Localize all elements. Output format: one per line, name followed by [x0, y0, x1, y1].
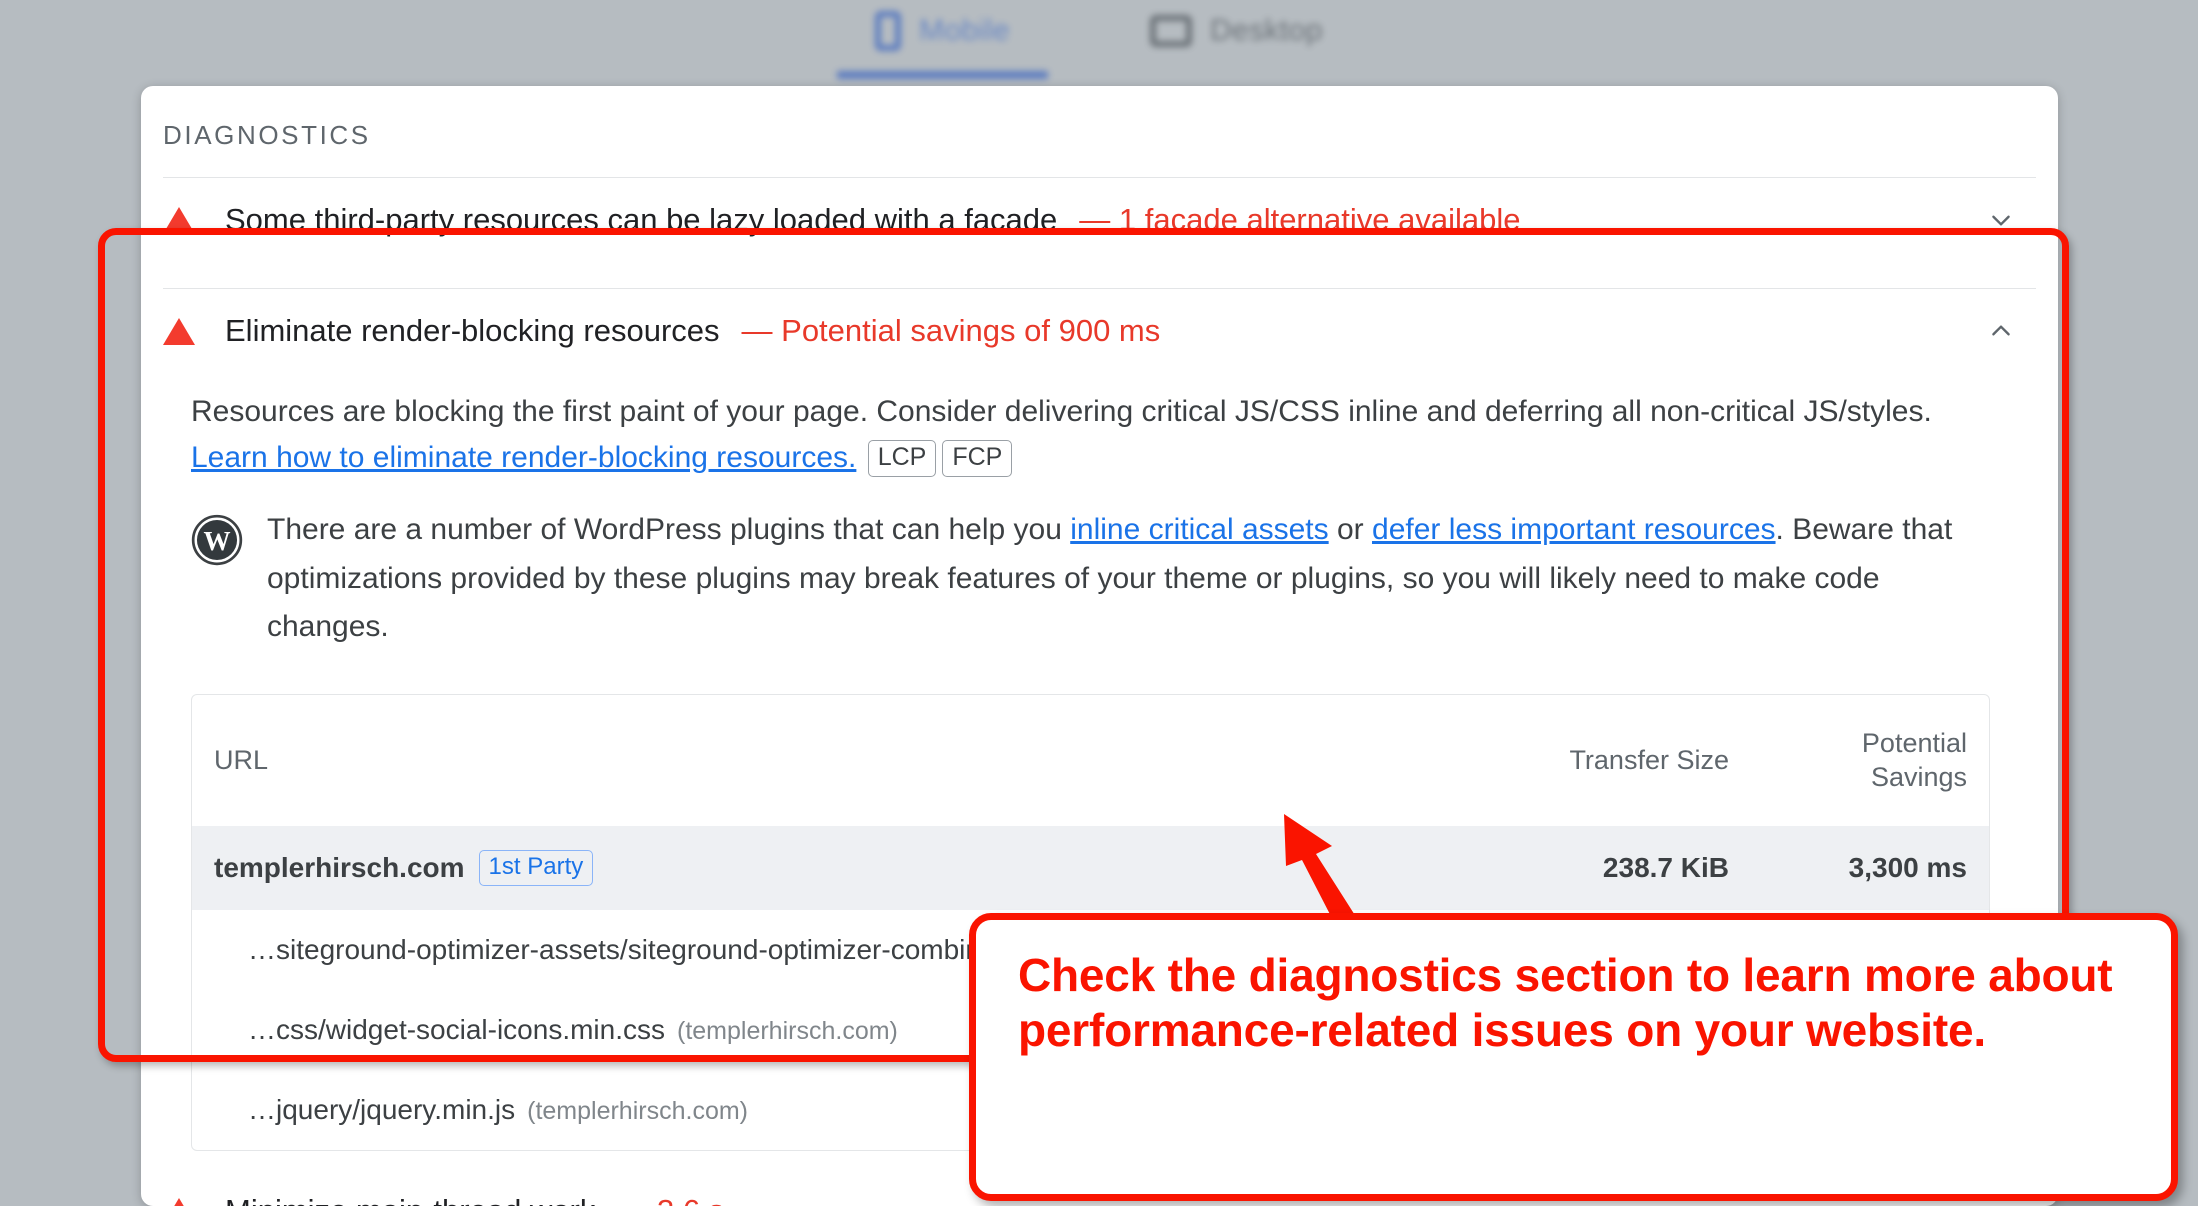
warning-triangle-icon [163, 1197, 195, 1206]
mobile-icon [875, 11, 902, 51]
defer-resources-link[interactable]: defer less important resources [1372, 513, 1776, 546]
row-transfer-size: 238.7 KiB [1602, 852, 1729, 884]
inline-critical-assets-link[interactable]: inline critical assets [1070, 513, 1328, 546]
tab-desktop-label: Desktop [1209, 14, 1323, 47]
wordpress-icon: W [191, 514, 243, 571]
ps-line2: Savings [1870, 761, 1967, 792]
chevron-down-icon[interactable] [1988, 207, 2014, 233]
row-host: (templerhirsch.com) [527, 1097, 748, 1126]
row-url: templerhirsch.com [214, 852, 465, 884]
metric-chip-fcp[interactable]: FCP [942, 439, 1013, 477]
tab-mobile[interactable]: Mobile [837, 11, 1048, 79]
table-header-row: URL Transfer Size Potential Savings [192, 695, 1989, 827]
wordpress-tip: W There are a number of WordPress plugin… [163, 484, 2018, 672]
description-text: Resources are blocking the first paint o… [191, 395, 1932, 428]
tab-desktop[interactable]: Desktop [1140, 14, 1333, 66]
annotation-arrow-icon [1284, 814, 1358, 926]
audit-title: Eliminate render-blocking resources [225, 313, 720, 348]
wp-text-2: or [1328, 513, 1373, 547]
wp-text-1: There are a number of WordPress plugins … [267, 513, 1071, 547]
column-header-potential-savings[interactable]: Potential Savings [1759, 695, 1989, 827]
warning-triangle-icon [163, 206, 195, 234]
row-url-cell: templerhirsch.com 1st Party [192, 826, 1459, 910]
table-row[interactable]: templerhirsch.com 1st Party 238.7 KiB 3,3… [192, 826, 1989, 911]
warning-triangle-icon [163, 317, 195, 345]
svg-text:W: W [203, 526, 230, 556]
chevron-up-icon[interactable] [1988, 318, 2014, 344]
audit-row-facade[interactable]: Some third-party resources can be lazy l… [141, 178, 2058, 262]
audit-metric: — 1 facade alternative available [1079, 202, 1521, 237]
wordpress-tip-text: There are a number of WordPress plugins … [267, 506, 1958, 652]
page-title: DIAGNOSTICS [163, 120, 371, 150]
ps-line1: Potential [1861, 727, 1967, 758]
audit-description: Resources are blocking the first paint o… [163, 373, 2018, 484]
row-potential-savings: 3,300 ms [1848, 852, 1967, 884]
device-tab-bar: Mobile Desktop [0, 0, 2198, 80]
tab-mobile-label: Mobile [919, 14, 1010, 47]
row-host: (templerhirsch.com) [677, 1017, 898, 1046]
audit-title: Some third-party resources can be lazy l… [225, 202, 1058, 237]
metric-chip-lcp[interactable]: LCP [867, 439, 937, 477]
learn-how-link[interactable]: Learn how to eliminate render-blocking r… [191, 441, 856, 474]
column-header-transfer-size[interactable]: Transfer Size [1459, 695, 1759, 827]
desktop-icon [1149, 15, 1192, 47]
audit-metric: — 3.6 s [617, 1193, 724, 1206]
first-party-badge: 1st Party [478, 850, 594, 887]
audit-row-render-blocking[interactable]: Eliminate render-blocking resources — Po… [141, 289, 2058, 373]
column-header-url[interactable]: URL [192, 695, 1459, 827]
annotation-callout-text: Check the diagnostics section to learn m… [1018, 949, 2113, 1057]
row-url: …jquery/jquery.min.js [248, 1094, 516, 1126]
row-url: …css/widget-social-icons.min.css [248, 1014, 665, 1046]
audit-title: Minimize main-thread work [225, 1193, 595, 1206]
audit-metric: — Potential savings of 900 ms [741, 313, 1161, 348]
annotation-callout: Check the diagnostics section to learn m… [969, 913, 2178, 1201]
